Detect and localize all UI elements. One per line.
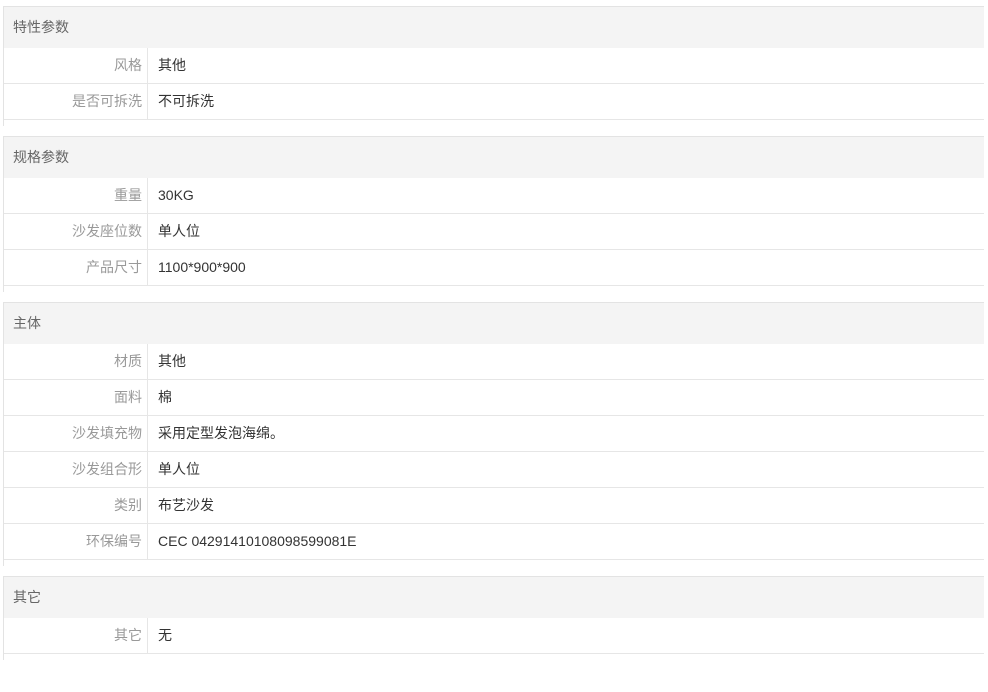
spec-label: 材质 bbox=[4, 344, 148, 379]
spec-value: 单人位 bbox=[158, 223, 200, 239]
spec-value: 单人位 bbox=[158, 461, 200, 477]
spec-label: 沙发组合形 bbox=[4, 452, 148, 487]
spec-label: 其它 bbox=[4, 618, 148, 653]
spec-label: 重量 bbox=[4, 178, 148, 213]
spec-row: 是否可拆洗 不可拆洗 bbox=[4, 84, 984, 120]
spec-row: 环保编号 CEC 04291410108098599081E bbox=[4, 524, 984, 560]
spec-value: 其他 bbox=[158, 57, 186, 73]
spec-row: 沙发组合形 单人位 bbox=[4, 452, 984, 488]
section-header: 特性参数 bbox=[4, 7, 984, 48]
spec-value: 其他 bbox=[158, 353, 186, 369]
spec-row: 风格 其他 bbox=[4, 48, 984, 84]
spec-value: CEC 04291410108098599081E bbox=[158, 533, 357, 549]
section-specs: 规格参数 重量 30KG 沙发座位数 单人位 产品尺寸 1100*900*900 bbox=[3, 136, 984, 292]
section-header: 规格参数 bbox=[4, 137, 984, 178]
spec-label: 面料 bbox=[4, 380, 148, 415]
spec-value: 棉 bbox=[158, 389, 172, 405]
spec-value: 无 bbox=[158, 627, 172, 643]
spec-row: 产品尺寸 1100*900*900 bbox=[4, 250, 984, 286]
spec-label: 沙发座位数 bbox=[4, 214, 148, 249]
spec-value: 不可拆洗 bbox=[158, 93, 214, 109]
section-features: 特性参数 风格 其他 是否可拆洗 不可拆洗 bbox=[3, 6, 984, 126]
spec-label: 是否可拆洗 bbox=[4, 84, 148, 119]
section-header: 主体 bbox=[4, 303, 984, 344]
spec-row: 沙发座位数 单人位 bbox=[4, 214, 984, 250]
spec-label: 类别 bbox=[4, 488, 148, 523]
spec-value: 30KG bbox=[158, 187, 194, 203]
section-other: 其它 其它 无 bbox=[3, 576, 984, 660]
spec-label: 风格 bbox=[4, 48, 148, 83]
spec-label: 沙发填充物 bbox=[4, 416, 148, 451]
section-main-body: 主体 材质 其他 面料 棉 沙发填充物 采用定型发泡海绵。 沙发组合形 单人位 … bbox=[3, 302, 984, 566]
spec-row: 类别 布艺沙发 bbox=[4, 488, 984, 524]
spec-row: 面料 棉 bbox=[4, 380, 984, 416]
spec-value: 1100*900*900 bbox=[158, 259, 246, 275]
spec-row: 其它 无 bbox=[4, 618, 984, 654]
spec-label: 产品尺寸 bbox=[4, 250, 148, 285]
spec-row: 材质 其他 bbox=[4, 344, 984, 380]
spec-label: 环保编号 bbox=[4, 524, 148, 559]
spec-row: 重量 30KG bbox=[4, 178, 984, 214]
spec-value: 采用定型发泡海绵。 bbox=[158, 425, 284, 441]
spec-value: 布艺沙发 bbox=[158, 497, 214, 513]
spec-table: 特性参数 风格 其他 是否可拆洗 不可拆洗 规格参数 重量 30KG 沙发座位数… bbox=[0, 0, 985, 660]
spec-row: 沙发填充物 采用定型发泡海绵。 bbox=[4, 416, 984, 452]
section-header: 其它 bbox=[4, 577, 984, 618]
